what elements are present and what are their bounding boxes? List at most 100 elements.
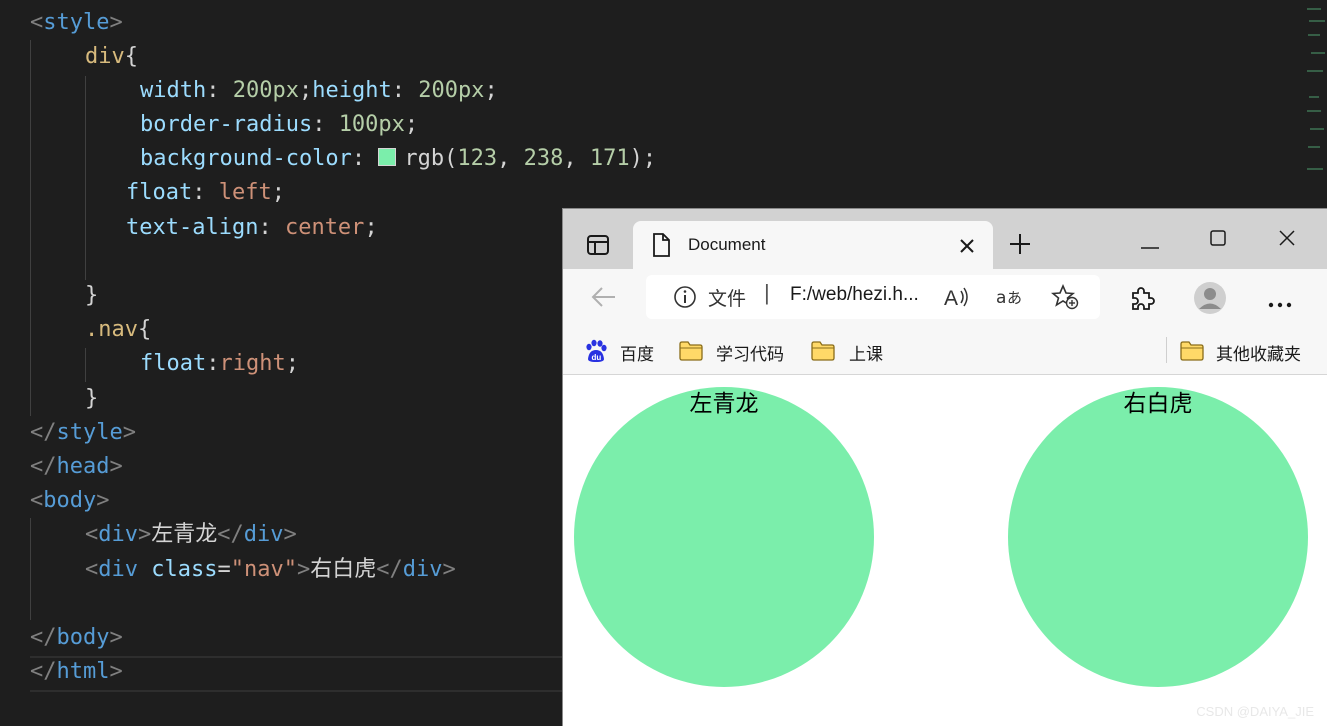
minimap[interactable] — [1305, 0, 1327, 185]
code-token: 171 — [589, 146, 630, 171]
code-token: < — [30, 488, 44, 513]
translate-icon[interactable]: aあ — [996, 286, 1024, 308]
code-token: style — [56, 420, 123, 445]
code-line[interactable]: width: 200px;height: 200px; — [140, 74, 498, 108]
code-line[interactable]: <div>左青龙</div> — [85, 518, 297, 552]
bookmark-label: 学习代码 — [716, 345, 784, 365]
svg-text:あ: あ — [1007, 289, 1022, 307]
bookmark-label: 百度 — [620, 345, 654, 365]
svg-text:du: du — [592, 353, 602, 362]
code-line[interactable]: background-color: rgb(123, 238, 171); — [140, 142, 656, 176]
code-token: > — [283, 522, 297, 547]
code-token: : — [258, 215, 285, 240]
circle-left: 左青龙 — [574, 387, 874, 687]
indent-guide — [30, 40, 31, 416]
code-line[interactable]: <style> — [30, 6, 123, 40]
circle-right: 右白虎 — [1008, 387, 1308, 687]
code-token: 右白虎 — [310, 557, 377, 582]
tab-strip: Document — [563, 209, 1327, 271]
code-token: 123 — [457, 146, 498, 171]
code-token: > — [442, 557, 456, 582]
info-icon[interactable] — [673, 285, 697, 309]
read-aloud-icon[interactable]: A — [944, 285, 970, 310]
maximize-icon[interactable] — [1210, 230, 1226, 246]
code-token: </ — [30, 625, 57, 650]
folder-icon — [1180, 341, 1204, 361]
code-line[interactable]: } — [85, 382, 98, 416]
code-token: body — [56, 625, 110, 650]
navigation-toolbar: 文件 | F:/web/hezi.h... A aあ — [563, 269, 1327, 327]
code-token: : — [391, 78, 419, 103]
code-token: > — [296, 557, 311, 582]
code-token: height — [312, 78, 392, 103]
code-line[interactable]: </style> — [30, 416, 136, 450]
code-token: </ — [30, 454, 57, 479]
code-token: 100px — [338, 112, 405, 137]
code-token: div — [243, 522, 284, 547]
code-line[interactable]: .nav{ — [85, 313, 151, 347]
page-viewport[interactable]: 左青龙 右白虎 CSDN @DAIYA_JIE — [563, 375, 1327, 726]
code-token: , — [563, 146, 590, 171]
code-line[interactable]: <body> — [30, 484, 109, 518]
bookmark-label: 上课 — [849, 345, 883, 365]
code-token: ; — [364, 215, 378, 240]
close-window-icon[interactable] — [1279, 230, 1295, 246]
indent-guide — [30, 518, 31, 620]
watermark: CSDN @DAIYA_JIE — [1196, 704, 1314, 719]
close-tab-icon[interactable] — [959, 238, 975, 254]
color-swatch — [378, 148, 397, 166]
address-url[interactable]: F:/web/hezi.h... — [790, 284, 919, 306]
bookmark-label: 其他收藏夹 — [1216, 345, 1301, 365]
code-line[interactable]: <div class="nav">右白虎</div> — [85, 553, 456, 587]
more-menu-icon[interactable] — [1268, 295, 1292, 308]
code-token: > — [109, 625, 123, 650]
add-favorite-icon[interactable] — [1050, 283, 1079, 310]
code-line[interactable]: text-align: center; — [126, 211, 378, 245]
code-token: } — [85, 283, 99, 308]
code-token: </ — [30, 420, 57, 445]
code-token: ; — [484, 78, 498, 103]
code-line[interactable]: border-radius: 100px; — [140, 108, 418, 142]
code-token: ; — [285, 351, 299, 376]
code-token: float — [140, 351, 207, 376]
code-token: width — [140, 78, 207, 103]
bookmarks-divider — [1166, 337, 1167, 363]
code-token: ; — [271, 180, 285, 205]
code-token: div — [85, 44, 125, 69]
profile-icon[interactable] — [1193, 281, 1227, 315]
code-token: , — [497, 146, 524, 171]
code-token: rgb( — [404, 146, 458, 171]
sidebar-icon[interactable] — [587, 234, 609, 256]
code-token: } — [85, 386, 99, 411]
svg-text:A: A — [944, 287, 958, 309]
code-token: text-align — [126, 215, 259, 240]
code-line[interactable]: } — [85, 279, 98, 313]
current-line-highlight — [30, 656, 570, 692]
code-token: : — [192, 180, 219, 205]
code-token: right — [219, 351, 286, 376]
code-token: style — [43, 10, 110, 35]
code-line[interactable]: </body> — [30, 621, 123, 655]
code-token: < — [30, 10, 44, 35]
code-line[interactable]: float:right; — [140, 347, 299, 381]
bookmarks-bar: du 百度 学习代码 上课 其他收藏夹 — [563, 327, 1327, 375]
code-token: : — [206, 78, 233, 103]
code-token: ; — [298, 78, 313, 103]
code-token: 左青龙 — [151, 522, 218, 547]
tab-document[interactable]: Document — [633, 221, 993, 271]
address-bar[interactable]: 文件 | F:/web/hezi.h... A aあ — [646, 275, 1100, 319]
extensions-icon[interactable] — [1129, 285, 1155, 311]
code-token: > — [138, 522, 152, 547]
code-token: : — [206, 351, 220, 376]
minimize-icon[interactable] — [1141, 237, 1159, 249]
address-scheme-label: 文件 — [708, 288, 747, 310]
code-line[interactable]: div{ — [85, 40, 138, 74]
code-token: = — [217, 557, 231, 582]
back-arrow-icon[interactable] — [591, 286, 617, 308]
code-line[interactable]: </head> — [30, 450, 123, 484]
new-tab-icon[interactable] — [1009, 233, 1031, 255]
code-line[interactable]: float: left; — [126, 176, 285, 210]
code-token: body — [43, 488, 97, 513]
code-token: background-color — [140, 146, 352, 171]
